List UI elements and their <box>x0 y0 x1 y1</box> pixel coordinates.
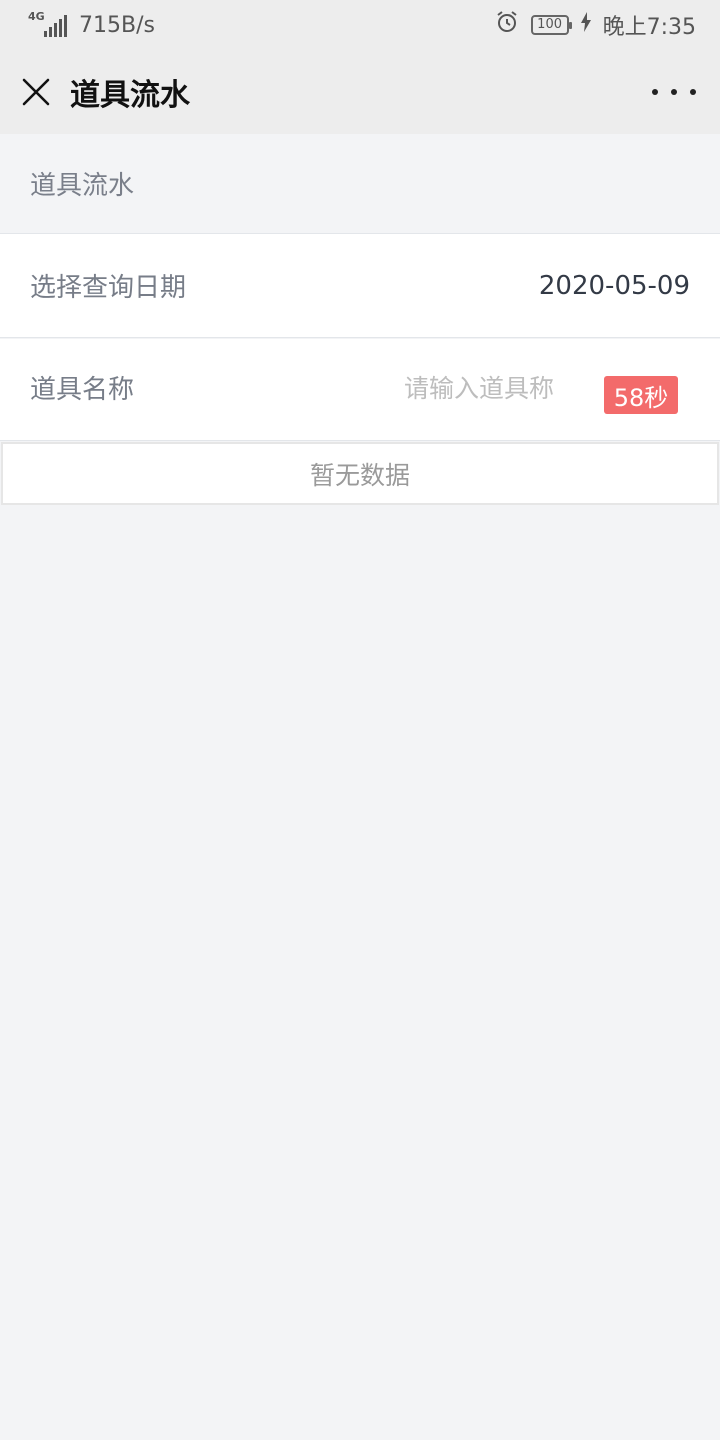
item-name-input[interactable] <box>404 369 584 407</box>
date-label: 选择查询日期 <box>30 273 187 303</box>
more-icon-dot <box>671 89 677 95</box>
status-right: 100 晚上7:35 <box>495 9 696 41</box>
status-left: 4G 715B/s <box>28 10 155 38</box>
countdown-badge: 58秒 <box>604 376 678 414</box>
alarm-icon <box>495 10 519 40</box>
empty-state: 暂无数据 <box>1 442 719 505</box>
section-title: 道具流水 <box>30 170 135 201</box>
network-speed: 715B/s <box>79 12 155 38</box>
date-picker-row[interactable]: 选择查询日期 2020-05-09 <box>0 233 720 338</box>
signal-icon: 4G <box>28 10 67 37</box>
status-bar: 4G 715B/s 100 晚上7:35 <box>0 0 720 50</box>
item-name-label: 道具名称 <box>30 375 135 405</box>
close-icon <box>22 78 50 106</box>
item-name-row: 道具名称 58秒 <box>0 339 720 441</box>
battery-icon: 100 <box>530 15 572 35</box>
nav-bar: 道具流水 <box>0 50 720 134</box>
page-title: 道具流水 <box>70 78 190 113</box>
more-icon-dot <box>690 89 696 95</box>
more-button[interactable] <box>652 72 696 112</box>
more-icon <box>652 89 658 95</box>
status-time: 晚上7:35 <box>602 15 696 40</box>
close-button[interactable] <box>0 50 72 134</box>
charging-icon <box>580 12 591 38</box>
network-type: 4G <box>28 10 45 23</box>
date-value[interactable]: 2020-05-09 <box>539 271 690 301</box>
